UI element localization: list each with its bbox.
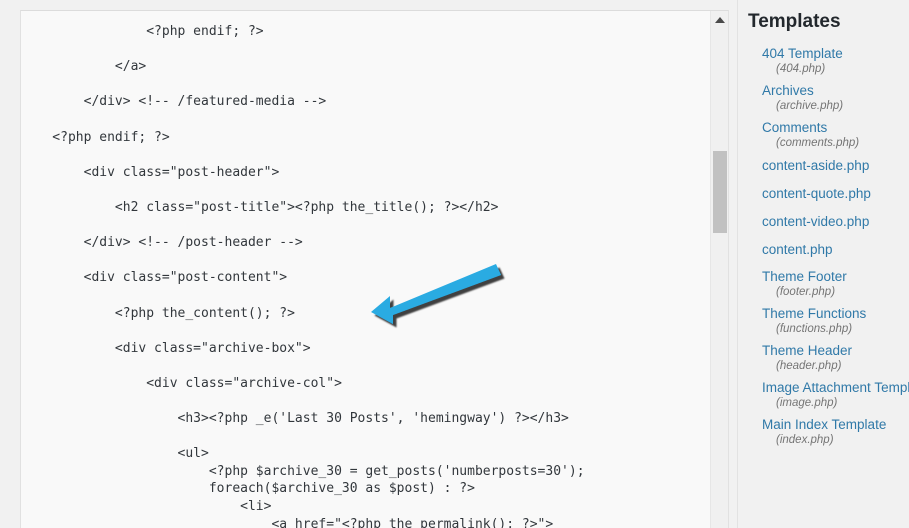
- list-item: content-quote.php: [762, 179, 909, 207]
- code-textarea[interactable]: <?php endif; ?> </a> </div> <!-- /featur…: [21, 11, 709, 528]
- templates-heading: Templates: [738, 8, 909, 40]
- scroll-up-arrow-icon[interactable]: [711, 11, 728, 28]
- template-filename: (header.php): [762, 359, 909, 374]
- scrollbar-thumb[interactable]: [713, 151, 727, 233]
- code-editor-panel: <?php endif; ?> </a> </div> <!-- /featur…: [20, 10, 729, 528]
- sidebar-item-content[interactable]: content.php: [762, 235, 909, 263]
- list-item: 404 Template (404.php): [762, 40, 909, 77]
- editor-scrollbar[interactable]: [710, 11, 728, 528]
- list-item: Theme Functions (functions.php): [762, 300, 909, 337]
- list-item: Comments (comments.php): [762, 114, 909, 151]
- list-item: Archives (archive.php): [762, 77, 909, 114]
- sidebar-item-theme-functions[interactable]: Theme Functions: [762, 300, 909, 322]
- sidebar-item-404-template[interactable]: 404 Template: [762, 40, 909, 62]
- sidebar-item-main-index-template[interactable]: Main Index Template: [762, 411, 909, 433]
- list-item: Theme Header (header.php): [762, 337, 909, 374]
- template-filename: (archive.php): [762, 99, 909, 114]
- sidebar-item-theme-header[interactable]: Theme Header: [762, 337, 909, 359]
- list-item: Main Index Template (index.php): [762, 411, 909, 448]
- templates-list: 404 Template (404.php) Archives (archive…: [738, 40, 909, 448]
- sidebar-item-content-aside[interactable]: content-aside.php: [762, 151, 909, 179]
- sidebar-item-content-quote[interactable]: content-quote.php: [762, 179, 909, 207]
- list-item: content.php: [762, 235, 909, 263]
- templates-sidebar: Templates 404 Template (404.php) Archive…: [737, 0, 909, 528]
- template-source-code[interactable]: <?php endif; ?> </a> </div> <!-- /featur…: [21, 11, 709, 528]
- template-filename: (functions.php): [762, 322, 909, 337]
- sidebar-item-archives[interactable]: Archives: [762, 77, 909, 99]
- list-item: content-video.php: [762, 207, 909, 235]
- sidebar-item-image-attachment-template[interactable]: Image Attachment Template: [762, 374, 909, 396]
- sidebar-item-content-video[interactable]: content-video.php: [762, 207, 909, 235]
- list-item: content-aside.php: [762, 151, 909, 179]
- template-filename: (index.php): [762, 433, 909, 448]
- list-item: Image Attachment Template (image.php): [762, 374, 909, 411]
- template-filename: (comments.php): [762, 136, 909, 151]
- template-filename: (404.php): [762, 62, 909, 77]
- template-filename: (footer.php): [762, 285, 909, 300]
- template-filename: (image.php): [762, 396, 909, 411]
- theme-editor-screen: <?php endif; ?> </a> </div> <!-- /featur…: [0, 0, 909, 528]
- sidebar-item-comments[interactable]: Comments: [762, 114, 909, 136]
- list-item: Theme Footer (footer.php): [762, 263, 909, 300]
- sidebar-item-theme-footer[interactable]: Theme Footer: [762, 263, 909, 285]
